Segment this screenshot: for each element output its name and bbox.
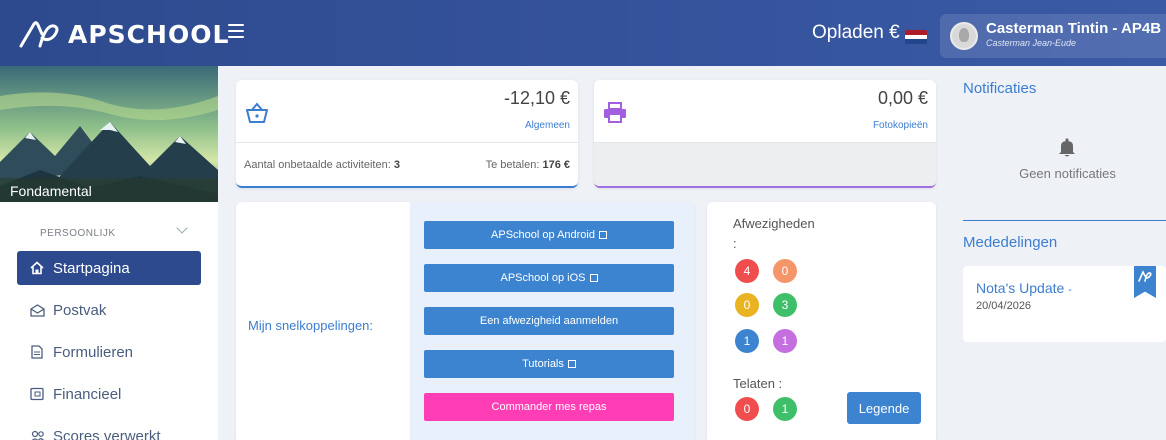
brand-name: APSCHOOL	[68, 19, 230, 49]
chevron-down-icon[interactable]	[176, 222, 188, 234]
menu-toggle-icon[interactable]	[228, 24, 244, 38]
announcement-card[interactable]: Nota's Update - 20/04/2026	[963, 266, 1166, 342]
app-logo[interactable]: APSCHOOL	[18, 18, 229, 50]
sidebar-item-label: Startpagina	[53, 259, 130, 277]
copies-balance-label: Fotokopieën	[872, 120, 928, 131]
general-balance-card[interactable]: -12,10 € Algemeen Aantal onbetaalde acti…	[236, 80, 578, 188]
external-link-icon	[598, 231, 607, 239]
button-label: Tutorials	[522, 358, 564, 370]
general-balance-footer: Aantal onbetaalde activiteiten: 3 Te bet…	[236, 142, 578, 186]
bookmark-icon	[1134, 266, 1156, 298]
absence-count-badge[interactable]: 4	[735, 259, 759, 283]
divider	[963, 220, 1166, 221]
unpaid-activities-label: Aantal onbetaalde activiteiten:	[244, 159, 391, 171]
home-icon	[29, 260, 45, 276]
amount-to-pay-value: 176 €	[542, 159, 570, 171]
topup-link[interactable]: Opladen €	[812, 22, 900, 44]
sidebar-item-postvak[interactable]: Postvak	[17, 293, 201, 327]
shortcuts-card: Mijn snelkoppelingen: APSchool op Androi…	[236, 202, 694, 440]
late-title: Telaten :	[733, 376, 783, 391]
user-name: Casterman Tintin - AP4B	[986, 20, 1162, 37]
basket-icon	[246, 102, 268, 123]
absences-title: Afwezigheden	[733, 216, 815, 231]
general-balance-label: Algemeen	[524, 120, 570, 131]
no-notifications-text: Geen notificaties	[1019, 166, 1116, 181]
android-app-button[interactable]: APSchool op Android	[424, 221, 674, 249]
tutorials-button[interactable]: Tutorials	[424, 350, 674, 378]
absence-count-badge[interactable]: 3	[773, 293, 797, 317]
sidebar-item-label: Scores verwerkt	[53, 427, 161, 440]
sidebar-item-label: Financieel	[53, 385, 122, 403]
announcement-title[interactable]: Nota's Update -	[976, 280, 1072, 296]
sidebar-item-scores[interactable]: Scores verwerkt	[17, 419, 201, 440]
button-label: APSchool op iOS	[500, 272, 586, 284]
school-section-label: Fondamental	[0, 178, 218, 202]
copies-balance-footer	[594, 142, 936, 186]
user-subtitle: Casterman Jean-Eude	[986, 38, 1077, 48]
envelope-icon	[29, 302, 45, 318]
button-label: Een afwezigheid aanmelden	[479, 315, 619, 327]
users-icon	[29, 428, 45, 440]
legend-button[interactable]: Legende	[847, 392, 921, 424]
document-icon	[29, 344, 45, 360]
announcements-title: Mededelingen	[963, 234, 1058, 251]
language-flag-icon[interactable]	[905, 30, 927, 44]
bell-icon	[1059, 138, 1075, 157]
announcement-title-text: Nota's Update	[976, 280, 1065, 296]
order-meals-button[interactable]: Commander mes repas	[424, 393, 674, 421]
sidebar-item-financieel[interactable]: Financieel	[17, 377, 201, 411]
copies-balance-card[interactable]: 0,00 € Fotokopieën	[594, 80, 936, 188]
late-count-badge[interactable]: 1	[773, 397, 797, 421]
absences-card: Afwezigheden : 4 0 0 3 1 1 Telaten : 0 1…	[707, 202, 936, 440]
absence-count-badge[interactable]: 0	[735, 293, 759, 317]
printer-icon	[604, 102, 626, 123]
user-menu[interactable]: Casterman Tintin - AP4B Casterman Jean-E…	[940, 14, 1166, 58]
absence-count-badge[interactable]: 1	[773, 329, 797, 353]
external-link-icon	[589, 274, 598, 282]
right-panel: Notificaties Geen notificaties Mededelin…	[950, 66, 1166, 440]
external-link-icon	[567, 360, 576, 368]
unpaid-activities: Aantal onbetaalde activiteiten: 3	[244, 159, 400, 171]
sidebar-item-startpagina[interactable]: Startpagina	[17, 251, 201, 285]
ios-app-button[interactable]: APSchool op iOS	[424, 264, 674, 292]
sidebar-item-formulieren[interactable]: Formulieren	[17, 335, 201, 369]
absence-count-badge[interactable]: 1	[735, 329, 759, 353]
absences-colon: :	[733, 236, 737, 251]
school-banner: Fondamental	[0, 66, 218, 202]
apschool-logo-icon	[19, 21, 59, 48]
sidebar: Fondamental PERSOONLIJK Startpagina Post…	[0, 66, 218, 440]
copies-balance-amount: 0,00 €	[877, 88, 928, 108]
unpaid-activities-count: 3	[393, 159, 400, 171]
general-balance-amount: -12,10 €	[503, 88, 570, 108]
announcement-date: 20/04/2026	[976, 300, 1032, 312]
amount-to-pay-label: Te betalen:	[485, 159, 540, 171]
absence-count-badge[interactable]: 0	[773, 259, 797, 283]
amount-to-pay: Te betalen: 176 €	[486, 159, 570, 171]
top-bar: APSCHOOL Opladen € Casterman Tintin - AP…	[0, 0, 1166, 66]
section-title: PERSOONLIJK	[40, 228, 116, 239]
wallet-icon	[29, 386, 45, 402]
sidebar-item-label: Postvak	[53, 301, 107, 319]
announcement-separator: -	[1068, 284, 1072, 296]
button-label: APSchool op Android	[491, 229, 595, 241]
report-absence-button[interactable]: Een afwezigheid aanmelden	[424, 307, 674, 335]
button-label: Commander mes repas	[491, 401, 607, 413]
late-count-badge[interactable]: 0	[735, 397, 759, 421]
sidebar-item-label: Formulieren	[53, 343, 134, 361]
shortcuts-panel: APSchool op Android APSchool op iOS Een …	[410, 202, 694, 440]
avatar	[950, 22, 978, 50]
shortcuts-label: Mijn snelkoppelingen:	[248, 318, 374, 333]
notifications-title: Notificaties	[963, 80, 1037, 97]
